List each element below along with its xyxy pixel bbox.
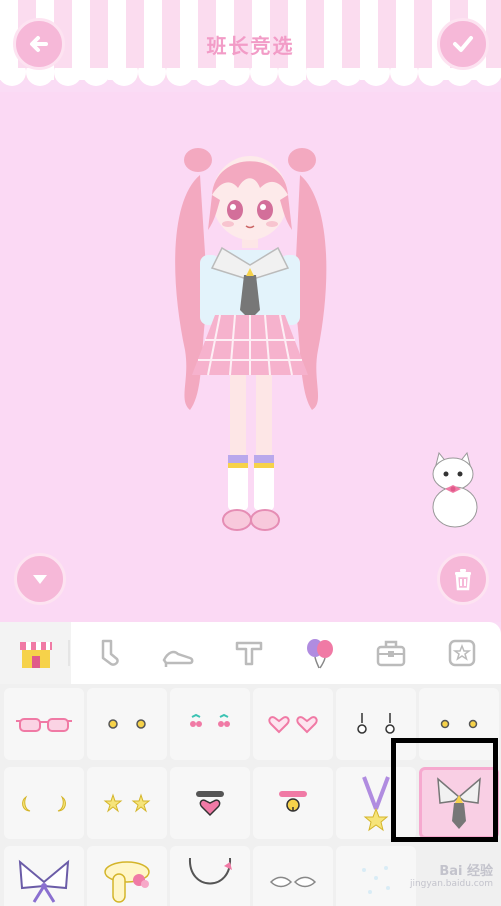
item-slot[interactable] <box>4 767 84 839</box>
dressup-stage <box>0 92 501 622</box>
sailor-tie-collar-icon <box>437 777 481 829</box>
pearl-necklace-icon <box>188 857 232 885</box>
sock-icon <box>101 639 119 666</box>
character-avatar[interactable] <box>160 140 340 545</box>
item-slot[interactable] <box>87 767 167 839</box>
item-slot[interactable] <box>170 846 250 906</box>
item-slot[interactable] <box>253 846 333 906</box>
tab-shop[interactable] <box>0 622 71 684</box>
pink-glasses-icon <box>16 718 72 732</box>
item-slot-selected[interactable] <box>419 767 499 839</box>
sailor-bow-collar-icon <box>18 859 70 903</box>
item-slot[interactable] <box>336 767 416 839</box>
confirm-button[interactable] <box>437 18 489 70</box>
awning-scallops <box>0 68 501 86</box>
collapse-panel-button[interactable] <box>14 553 66 605</box>
tab-shoes[interactable] <box>142 622 213 684</box>
item-slot[interactable] <box>419 688 499 760</box>
fluffy-scarf-icon <box>104 861 150 903</box>
text-t-icon <box>235 641 262 666</box>
baidu-watermark: Bai 经验 jingyan.baidu.com <box>384 846 499 902</box>
bag-icon <box>376 640 405 667</box>
tab-favorites[interactable] <box>426 622 497 684</box>
item-slot[interactable] <box>4 846 84 906</box>
tab-socks[interactable] <box>71 622 142 684</box>
item-slot[interactable] <box>4 688 84 760</box>
category-bar <box>0 622 501 684</box>
gold-dot-earrings-icon <box>108 719 146 729</box>
page-title: 班长竞选 <box>206 34 295 58</box>
cherry-earrings-icon <box>190 713 230 727</box>
item-slot[interactable] <box>253 688 333 760</box>
trash-icon <box>455 569 471 591</box>
balloon-icon <box>306 639 333 669</box>
star-necklace-icon <box>362 776 390 832</box>
tab-bags[interactable] <box>355 622 426 684</box>
shoe-icon <box>162 650 193 667</box>
item-slot[interactable] <box>336 688 416 760</box>
checkmark-icon <box>453 36 473 52</box>
drop-earrings-icon <box>357 713 395 734</box>
arrow-left-icon <box>30 36 48 52</box>
delete-button[interactable] <box>437 553 489 605</box>
star-icon <box>448 639 475 667</box>
item-slot[interactable] <box>170 688 250 760</box>
category-divider <box>68 640 70 666</box>
heart-choker-icon <box>196 791 224 817</box>
back-button[interactable] <box>13 18 65 70</box>
item-slot[interactable] <box>87 688 167 760</box>
tab-tops[interactable] <box>213 622 284 684</box>
small-gold-earrings-icon <box>440 719 478 729</box>
item-slot[interactable] <box>253 767 333 839</box>
heart-earrings-icon <box>268 716 318 734</box>
item-slot[interactable] <box>87 846 167 906</box>
bell-choker-icon <box>279 791 307 812</box>
star-earrings-icon <box>103 793 151 813</box>
pet-cat[interactable] <box>425 449 485 529</box>
chevron-down-icon <box>33 575 47 584</box>
watermark-text: Bai 经验 <box>439 863 493 879</box>
moon-earrings-icon <box>22 795 66 812</box>
shop-icon <box>19 642 52 668</box>
tab-accessories[interactable] <box>284 622 355 684</box>
wing-necklace-icon <box>269 876 317 888</box>
item-slot[interactable] <box>170 767 250 839</box>
watermark-subtext: jingyan.baidu.com <box>409 878 493 889</box>
